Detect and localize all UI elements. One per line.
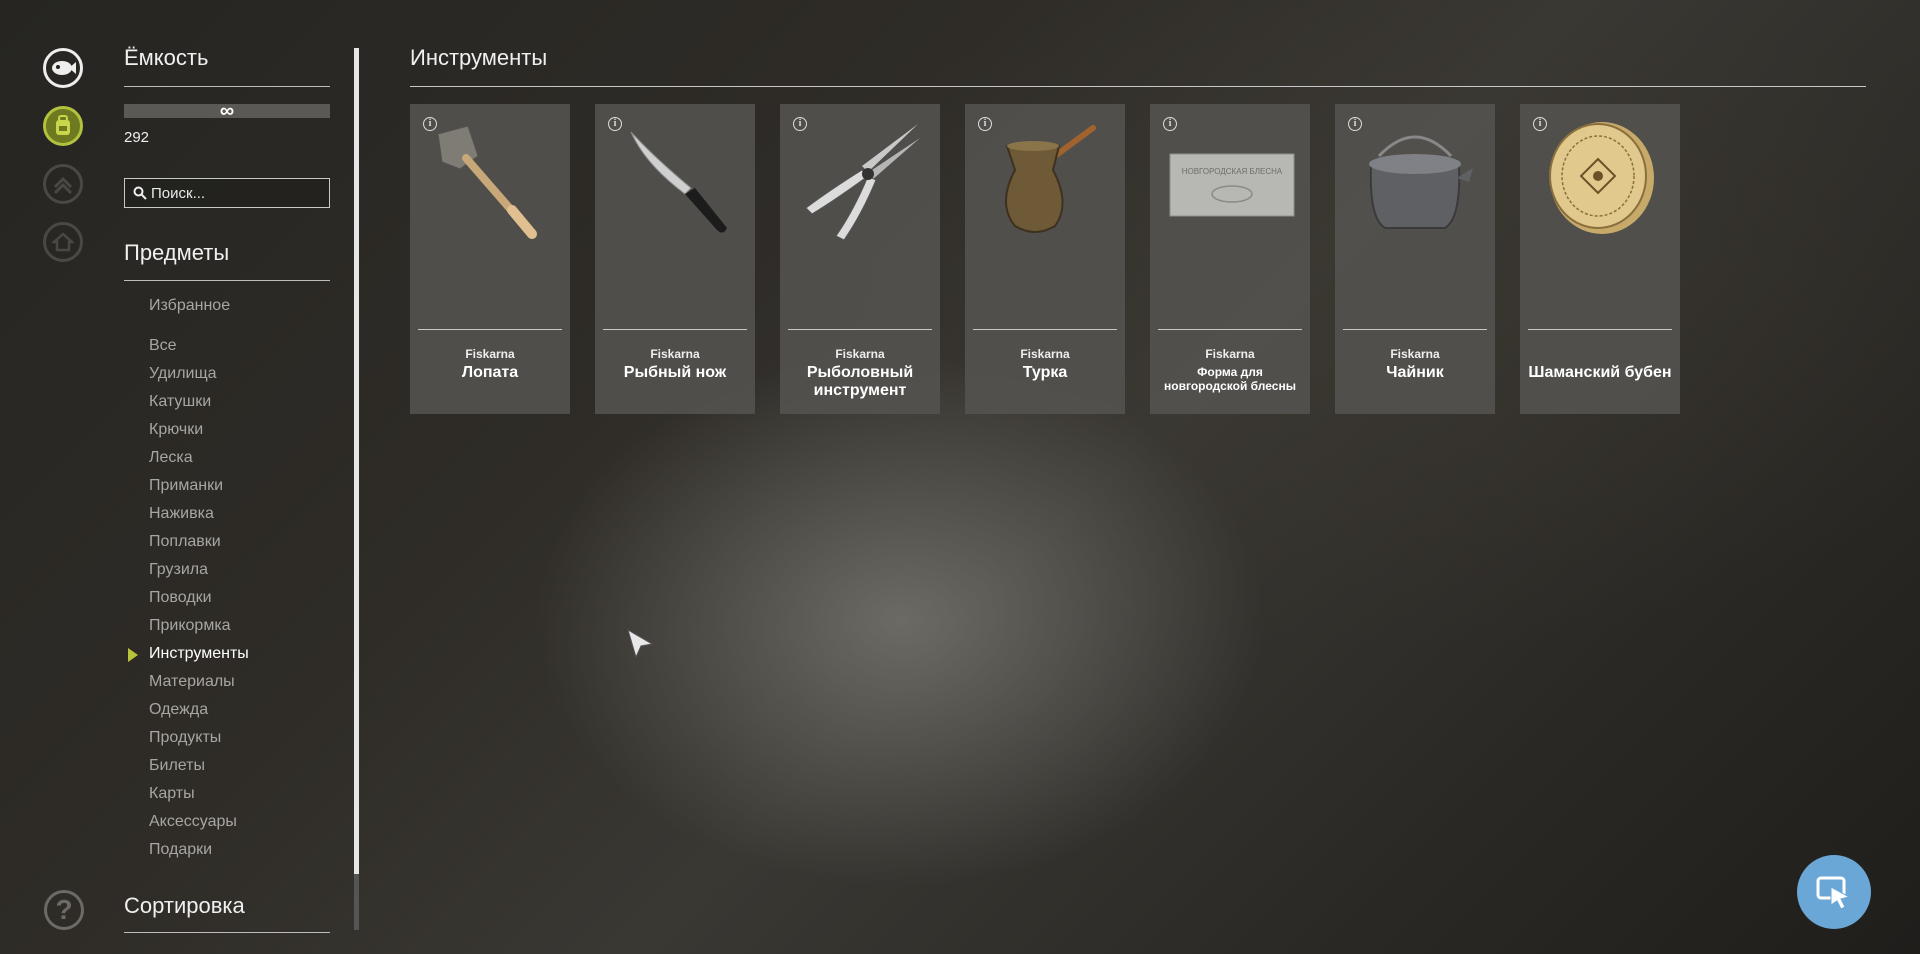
item-card[interactable]: i Шаманский бубен xyxy=(1520,104,1680,414)
mold-icon: НОВГОРОДСКАЯ БЛЕСНА xyxy=(1169,153,1295,217)
item-name: Форма для новгородской блесны xyxy=(1164,365,1296,393)
home-icon[interactable] xyxy=(43,222,83,262)
item-name: Шаманский бубен xyxy=(1528,364,1672,381)
category-gifts[interactable]: Подарки xyxy=(149,841,212,859)
item-card[interactable]: i Fiskarna Лопата xyxy=(410,104,570,414)
category-tools[interactable]: Инструменты xyxy=(149,645,249,663)
cursor-select-icon xyxy=(1816,876,1851,910)
category-materials[interactable]: Материалы xyxy=(149,673,235,691)
item-brand: Fiskarna xyxy=(835,347,885,361)
pliers-icon xyxy=(805,124,920,241)
card-divider xyxy=(788,329,932,330)
item-brand: Fiskarna xyxy=(1205,347,1255,361)
item-card[interactable]: i Fiskarna Рыболовный инструмент xyxy=(780,104,940,414)
divider xyxy=(410,86,1866,87)
search-input[interactable] xyxy=(147,184,311,202)
card-divider xyxy=(973,329,1117,330)
divider xyxy=(124,86,330,87)
category-lures[interactable]: Приманки xyxy=(149,477,223,495)
item-name: Лопата xyxy=(461,364,519,381)
mold-engraving: НОВГОРОДСКАЯ БЛЕСНА xyxy=(1182,167,1283,176)
item-brand: Fiskarna xyxy=(465,347,515,361)
item-name: Турка xyxy=(1022,364,1068,381)
divider xyxy=(124,280,330,281)
capacity-title: Ёмкость xyxy=(124,45,209,70)
item-card[interactable]: i НОВГОРОДСКАЯ БЛЕСНА Fiskarna Форма для… xyxy=(1150,104,1310,414)
category-leaders[interactable]: Поводки xyxy=(149,589,212,607)
item-card[interactable]: i Fiskarna Чайник xyxy=(1335,104,1495,414)
turka-icon xyxy=(1005,125,1096,233)
category-all[interactable]: Все xyxy=(149,337,177,355)
capacity-count: 292 xyxy=(124,129,150,146)
item-brand: Fiskarna xyxy=(1020,347,1070,361)
card-divider xyxy=(418,329,562,330)
fish-icon[interactable] xyxy=(43,48,83,88)
drum-icon xyxy=(1549,122,1654,234)
card-divider xyxy=(1528,329,1672,330)
category-hooks[interactable]: Крючки xyxy=(149,421,203,439)
search-field[interactable] xyxy=(124,178,330,208)
cursor-icon xyxy=(627,628,654,659)
category-favorites[interactable]: Избранное xyxy=(149,297,230,315)
category-clothing[interactable]: Одежда xyxy=(149,701,208,719)
page-title: Инструменты xyxy=(410,45,548,70)
scrollbar-track[interactable] xyxy=(354,874,359,930)
category-rods[interactable]: Удилища xyxy=(149,365,217,383)
category-maps[interactable]: Карты xyxy=(149,785,195,803)
item-card[interactable]: i Fiskarna Рыбный нож xyxy=(595,104,755,414)
item-card[interactable]: i Fiskarna Турка xyxy=(965,104,1125,414)
search-icon xyxy=(133,186,147,200)
item-name: Рыбный нож xyxy=(623,364,727,381)
category-bait[interactable]: Наживка xyxy=(149,505,214,523)
rank-up-icon[interactable] xyxy=(43,164,83,204)
help-icon[interactable]: ? xyxy=(44,890,84,930)
item-brand: Fiskarna xyxy=(1390,347,1440,361)
category-groundbait[interactable]: Прикормка xyxy=(149,617,231,635)
category-tickets[interactable]: Билеты xyxy=(149,757,205,775)
kettle-icon xyxy=(1369,135,1473,229)
items-title: Предметы xyxy=(124,240,230,265)
capacity-bar: ∞ xyxy=(124,101,330,121)
category-accessories[interactable]: Аксессуары xyxy=(149,813,237,831)
pointer-mode-button[interactable] xyxy=(1797,855,1871,929)
category-food[interactable]: Продукты xyxy=(149,729,221,747)
scrollbar-thumb[interactable] xyxy=(354,48,359,874)
category-sinkers[interactable]: Грузила xyxy=(149,561,208,579)
category-floats[interactable]: Поплавки xyxy=(149,533,221,551)
category-reels[interactable]: Катушки xyxy=(149,393,211,411)
item-name: Чайник xyxy=(1386,364,1444,381)
shovel-icon xyxy=(437,125,537,239)
item-name: Рыболовный инструмент xyxy=(806,364,914,399)
item-grid: i Fiskarna Лопата i Fiskarna Рыбный нож … xyxy=(410,104,1680,414)
category-line[interactable]: Леска xyxy=(149,449,193,467)
card-divider xyxy=(1343,329,1487,330)
sort-title[interactable]: Сортировка xyxy=(124,893,245,919)
card-divider xyxy=(603,329,747,330)
divider xyxy=(124,932,330,933)
item-brand: Fiskarna xyxy=(650,347,700,361)
card-divider xyxy=(1158,329,1302,330)
active-arrow-icon xyxy=(128,648,138,662)
backpack-icon[interactable] xyxy=(43,106,83,146)
knife-icon xyxy=(630,131,727,233)
icon-rail: ? xyxy=(0,0,120,954)
